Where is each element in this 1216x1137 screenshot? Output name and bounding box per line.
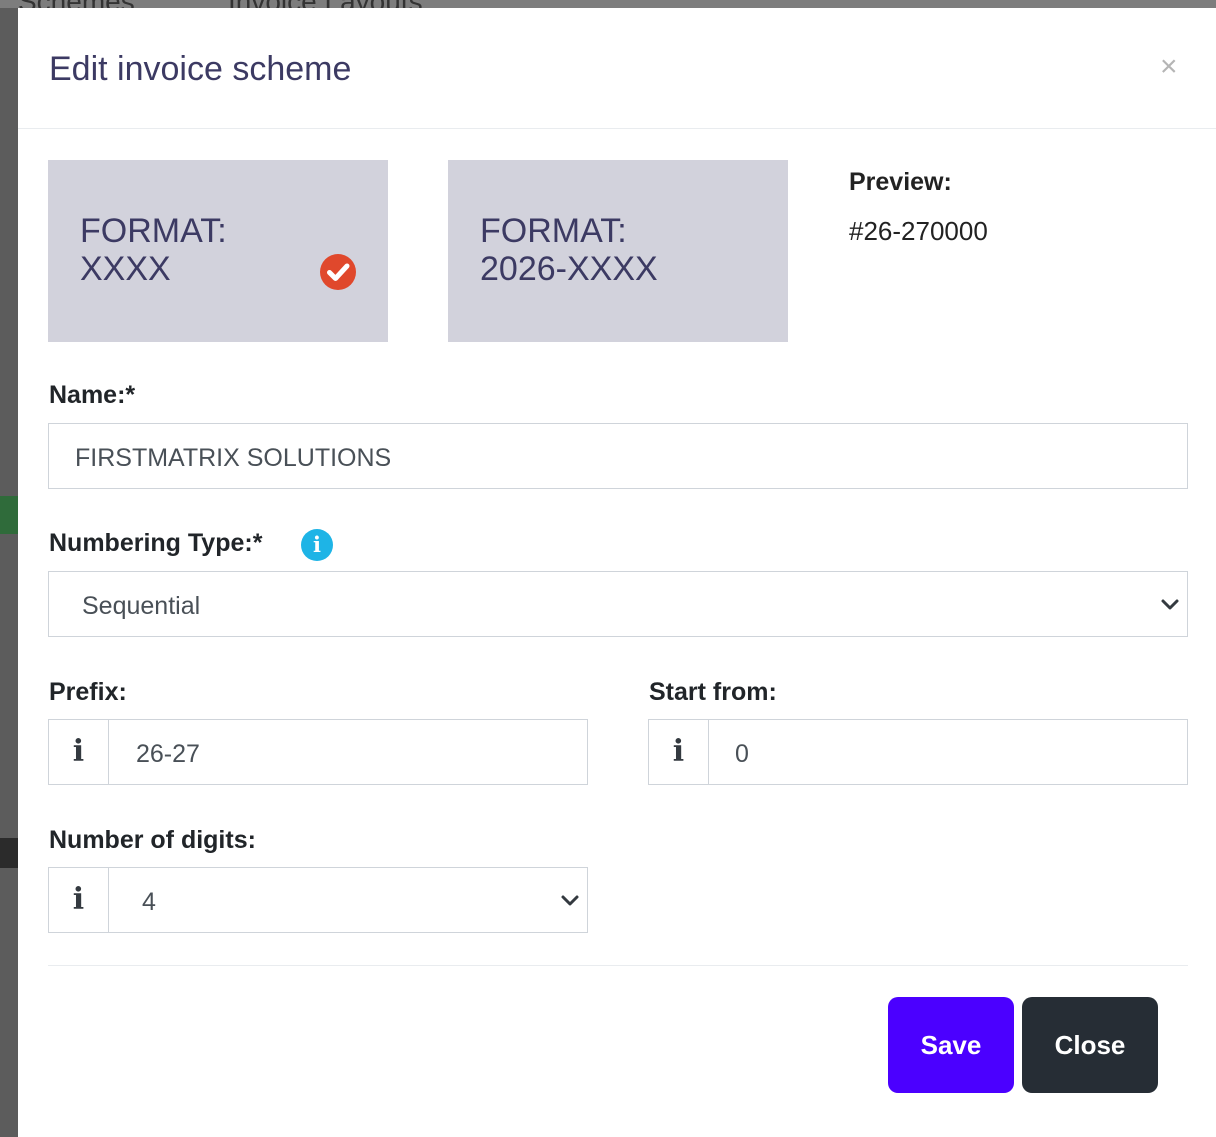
edit-invoice-scheme-modal: Edit invoice scheme × FORMAT: XXXX FORMA… <box>18 8 1216 1137</box>
name-input-value: FIRSTMATRIX SOLUTIONS <box>75 444 392 472</box>
number-of-digits-select[interactable]: i 4 <box>48 867 588 933</box>
numbering-type-value: Sequential <box>82 592 201 620</box>
info-addon-icon: i <box>49 720 109 784</box>
modal-title: Edit invoice scheme <box>49 50 352 88</box>
footer-divider <box>48 965 1188 966</box>
preview-label: Preview: <box>849 168 952 196</box>
chevron-down-icon <box>1161 599 1179 610</box>
format-option-xxxx[interactable]: FORMAT: XXXX <box>48 160 388 342</box>
format-value: XXXX <box>80 250 171 288</box>
numbering-type-select[interactable]: Sequential <box>48 571 1188 637</box>
format-label: FORMAT: <box>480 212 627 250</box>
close-icon[interactable]: × <box>1160 52 1178 82</box>
number-of-digits-value: 4 <box>142 888 156 916</box>
format-option-2026-xxxx[interactable]: FORMAT: 2026-XXXX <box>448 160 788 342</box>
format-value: 2026-XXXX <box>480 250 658 288</box>
numbering-type-label: Numbering Type:* <box>49 529 263 557</box>
start-from-label: Start from: <box>649 678 777 706</box>
chevron-down-icon <box>561 895 579 906</box>
background-page-edge <box>0 8 18 1137</box>
background-tab-schemes: Schemes <box>18 0 135 8</box>
background-tab-bar: Schemes Invoice Layouts <box>0 0 1216 8</box>
preview-value: #26-270000 <box>849 216 988 246</box>
save-button[interactable]: Save <box>888 997 1014 1093</box>
name-label: Name:* <box>49 381 136 409</box>
prefix-label: Prefix: <box>49 678 127 706</box>
modal-header: Edit invoice scheme × <box>18 8 1216 129</box>
info-addon-icon: i <box>49 868 109 932</box>
number-of-digits-label: Number of digits: <box>49 826 256 854</box>
format-label: FORMAT: <box>80 212 227 250</box>
close-button[interactable]: Close <box>1022 997 1158 1093</box>
prefix-input[interactable]: i 26-27 <box>48 719 588 785</box>
info-icon[interactable]: i <box>301 529 333 561</box>
background-tab-invoice-layouts: Invoice Layouts <box>228 0 423 8</box>
check-circle-icon <box>320 254 356 290</box>
background-green-button <box>0 496 18 534</box>
start-from-value: 0 <box>735 740 749 768</box>
prefix-value: 26-27 <box>136 740 200 768</box>
info-addon-icon: i <box>649 720 709 784</box>
background-dark-bar <box>0 838 18 868</box>
start-from-input[interactable]: i 0 <box>648 719 1188 785</box>
name-input[interactable]: FIRSTMATRIX SOLUTIONS <box>48 423 1188 489</box>
